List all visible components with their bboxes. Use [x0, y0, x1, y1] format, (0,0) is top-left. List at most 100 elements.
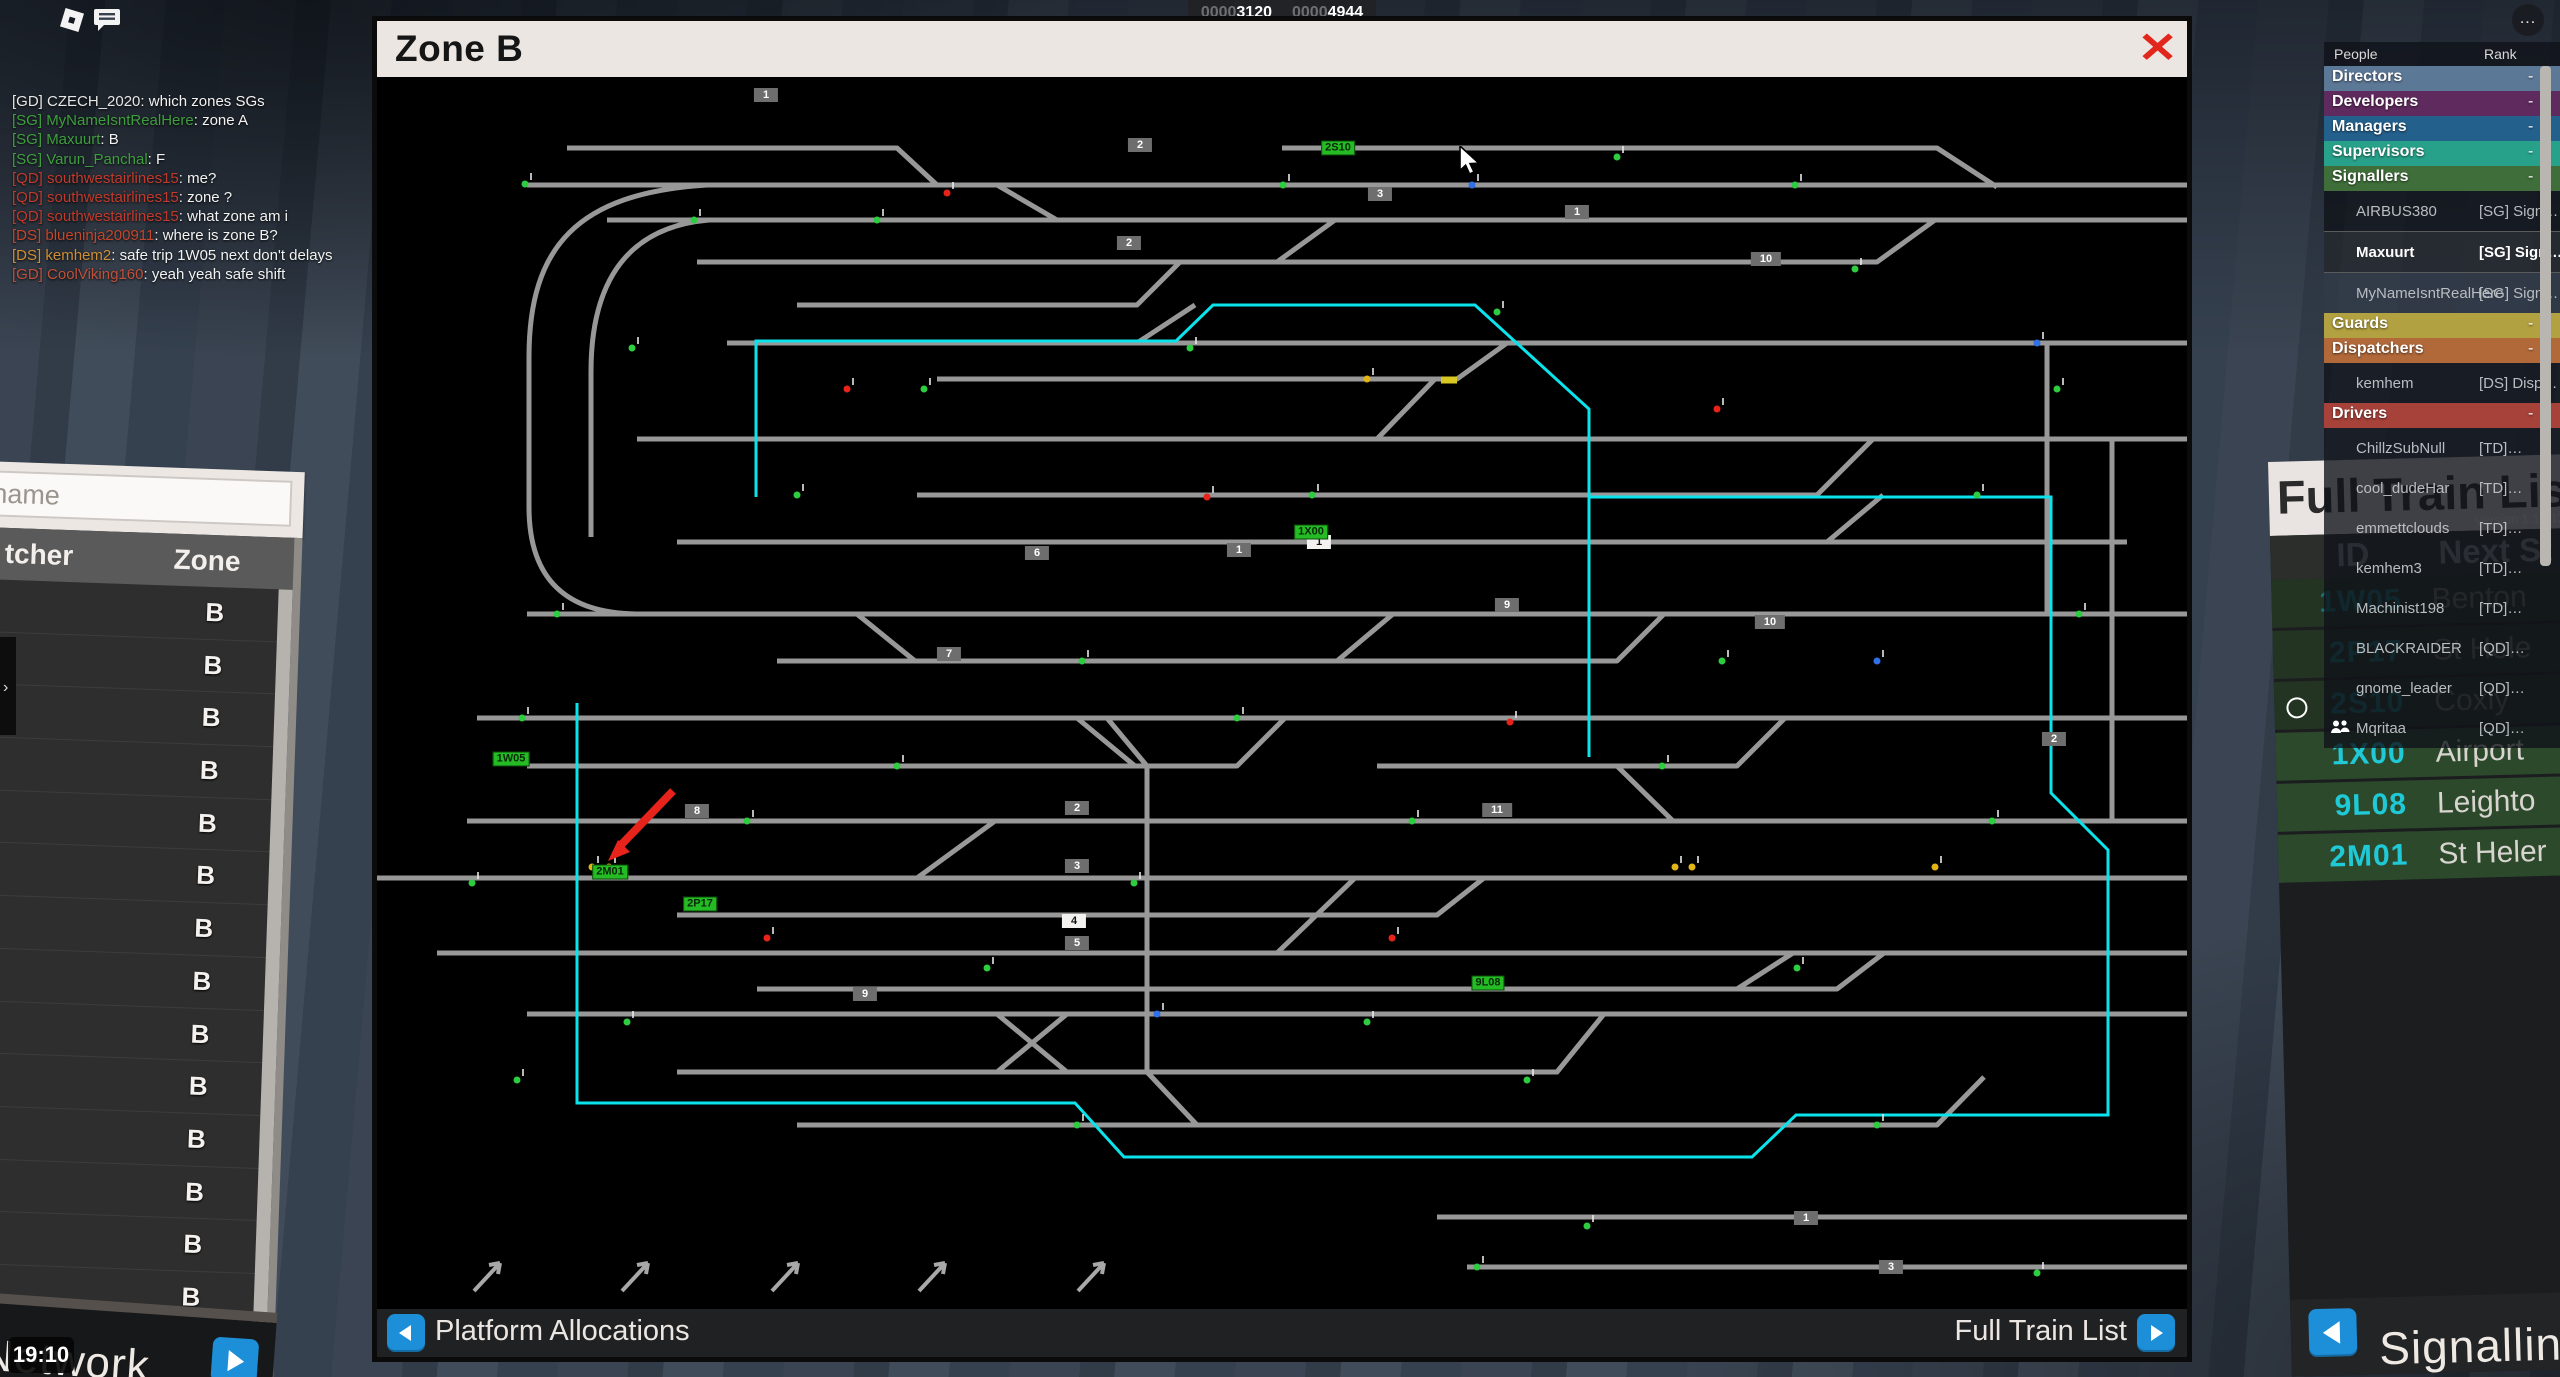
- platform-allocations-button[interactable]: [387, 1314, 425, 1352]
- signal-lamp-g[interactable]: [624, 1019, 631, 1026]
- player-list-category-supervisors[interactable]: Supervisors-: [2324, 141, 2560, 166]
- player-list-entry[interactable]: cool_dudeHar[TD]…: [2324, 468, 2560, 508]
- signal-lamp-r[interactable]: [764, 935, 771, 942]
- signal-lamp-g[interactable]: [1131, 880, 1138, 887]
- player-list-category-drivers[interactable]: Drivers-: [2324, 403, 2560, 428]
- train-row[interactable]: 9L08Leighto: [2276, 776, 2560, 832]
- signal-lamp-g[interactable]: [2034, 1270, 2041, 1277]
- signal-lamp-b[interactable]: [1469, 182, 1476, 189]
- signal-lamp-g[interactable]: [1234, 715, 1241, 722]
- signal-lamp-g[interactable]: [514, 1077, 521, 1084]
- signal-lamp-b[interactable]: [2034, 340, 2041, 347]
- signal-lamp-g[interactable]: [894, 763, 901, 770]
- full-train-list-label[interactable]: Full Train List: [1955, 1315, 2127, 1348]
- player-list-category-directors[interactable]: Directors-: [2324, 66, 2560, 91]
- signal-lamp-g[interactable]: [1852, 266, 1859, 273]
- train-row[interactable]: 2M01St Heler: [2278, 827, 2560, 883]
- dispatcher-row[interactable]: B: [0, 631, 285, 695]
- signal-lamp-r[interactable]: [1714, 406, 1721, 413]
- signal-lamp-g[interactable]: [1989, 818, 1996, 825]
- player-list-category-guards[interactable]: Guards-: [2324, 313, 2560, 338]
- player-list-category-dispatchers[interactable]: Dispatchers-: [2324, 338, 2560, 363]
- player-list-entry[interactable]: Mqritaa[QD]…: [2324, 708, 2560, 748]
- signal-lamp-g[interactable]: [1409, 818, 1416, 825]
- player-list-entry[interactable]: kemhem3[TD]…: [2324, 548, 2560, 588]
- signalling-back-button[interactable]: [2308, 1308, 2357, 1357]
- player-list-entry[interactable]: kemhem[DS] Disp…: [2324, 363, 2560, 403]
- dispatcher-expand-tab[interactable]: ›: [0, 637, 16, 735]
- player-list-entry[interactable]: Machinist198[TD]…: [2324, 588, 2560, 628]
- signal-lamp-g[interactable]: [1719, 658, 1726, 665]
- roblox-logo-icon[interactable]: [60, 8, 84, 32]
- signal-lamp-g[interactable]: [1792, 182, 1799, 189]
- player-list-entry[interactable]: MyNameIsntRealHere[SG] Sign…: [2324, 273, 2560, 313]
- dispatcher-row[interactable]: B: [0, 841, 277, 905]
- signal-lamp-g[interactable]: [1074, 1122, 1081, 1129]
- player-list-entry[interactable]: emmettclouds[TD]…: [2324, 508, 2560, 548]
- signal-lamp-y[interactable]: [1932, 864, 1939, 871]
- signal-lamp-g[interactable]: [2076, 611, 2083, 618]
- signal-lamp-g[interactable]: [1974, 492, 1981, 499]
- player-list-entry[interactable]: gnome_leader[QD]…: [2324, 668, 2560, 708]
- platform-allocations-label[interactable]: Platform Allocations: [435, 1315, 690, 1348]
- signal-lamp-g[interactable]: [691, 217, 698, 224]
- signal-lamp-g[interactable]: [1524, 1077, 1531, 1084]
- signal-lamp-g[interactable]: [1187, 345, 1194, 352]
- signal-lamp-y[interactable]: [1689, 864, 1696, 871]
- train-headcode[interactable]: 9L08: [1471, 976, 1504, 991]
- dispatcher-row[interactable]: B: [0, 1104, 268, 1168]
- dispatcher-row[interactable]: B: [0, 1157, 266, 1221]
- dispatcher-search-input[interactable]: n name: [0, 469, 292, 527]
- train-headcode[interactable]: 1W05: [493, 752, 530, 767]
- signal-lamp-g[interactable]: [984, 965, 991, 972]
- signal-lamp-g[interactable]: [554, 611, 561, 618]
- player-list-entry[interactable]: Maxuurt[SG] Sign…: [2324, 231, 2560, 273]
- player-list-scrollbar[interactable]: [2540, 66, 2551, 566]
- dispatcher-row[interactable]: B: [0, 947, 274, 1011]
- signal-lamp-g[interactable]: [744, 818, 751, 825]
- signalling-map[interactable]: 12312106119107282113459132S101X001W052M0…: [377, 77, 2187, 1309]
- dispatcher-row[interactable]: B: [0, 736, 281, 800]
- signal-lamp-g[interactable]: [519, 715, 526, 722]
- signal-lamp-g[interactable]: [921, 386, 928, 393]
- signal-lamp-b[interactable]: [1874, 658, 1881, 665]
- signal-lamp-r[interactable]: [1389, 935, 1396, 942]
- signal-lamp-g[interactable]: [469, 880, 476, 887]
- train-headcode[interactable]: 1X00: [1294, 525, 1328, 540]
- player-list-category-developers[interactable]: Developers-: [2324, 91, 2560, 116]
- signal-lamp-g[interactable]: [1474, 1264, 1481, 1271]
- signal-lamp-r[interactable]: [944, 190, 951, 197]
- signal-lamp-y[interactable]: [1364, 376, 1371, 383]
- dispatcher-row[interactable]: B: [0, 1210, 265, 1274]
- player-list-entry[interactable]: AIRBUS380[SG] Sign…: [2324, 191, 2560, 231]
- dispatcher-row[interactable]: B: [0, 578, 287, 642]
- signal-lamp-y[interactable]: [1672, 864, 1679, 871]
- more-menu-button[interactable]: ...: [2512, 4, 2544, 36]
- signal-lamp-r[interactable]: [844, 386, 851, 393]
- signal-lamp-g[interactable]: [1584, 1223, 1591, 1230]
- dispatcher-row[interactable]: B: [0, 999, 272, 1063]
- dispatcher-row[interactable]: B: [0, 789, 279, 853]
- signal-lamp-g[interactable]: [874, 217, 881, 224]
- train-headcode[interactable]: 2S10: [1321, 141, 1355, 156]
- signal-lamp-g[interactable]: [1079, 658, 1086, 665]
- signal-lamp-g[interactable]: [1659, 763, 1666, 770]
- chat-toggle-icon[interactable]: [94, 8, 120, 32]
- network-next-button[interactable]: [210, 1337, 259, 1377]
- signal-lamp-g[interactable]: [1614, 154, 1621, 161]
- dispatcher-row[interactable]: B: [0, 1052, 270, 1116]
- train-headcode[interactable]: 2P17: [683, 897, 717, 912]
- signal-lamp-g[interactable]: [1364, 1019, 1371, 1026]
- signal-lamp-g[interactable]: [522, 181, 529, 188]
- signal-lamp-g[interactable]: [1874, 1122, 1881, 1129]
- signal-lamp-b[interactable]: [1154, 1011, 1161, 1018]
- signal-lamp-g[interactable]: [1794, 965, 1801, 972]
- player-list-category-signallers[interactable]: Signallers-: [2324, 166, 2560, 191]
- player-list-entry[interactable]: BLACKRAIDER[QD]…: [2324, 628, 2560, 668]
- full-train-list-button[interactable]: [2137, 1314, 2175, 1352]
- player-list-category-managers[interactable]: Managers-: [2324, 116, 2560, 141]
- player-list-entry[interactable]: ChillzSubNull[TD]…: [2324, 428, 2560, 468]
- dispatcher-row[interactable]: B: [0, 683, 283, 747]
- signal-lamp-g[interactable]: [1309, 492, 1316, 499]
- signal-lamp-r[interactable]: [1204, 494, 1211, 501]
